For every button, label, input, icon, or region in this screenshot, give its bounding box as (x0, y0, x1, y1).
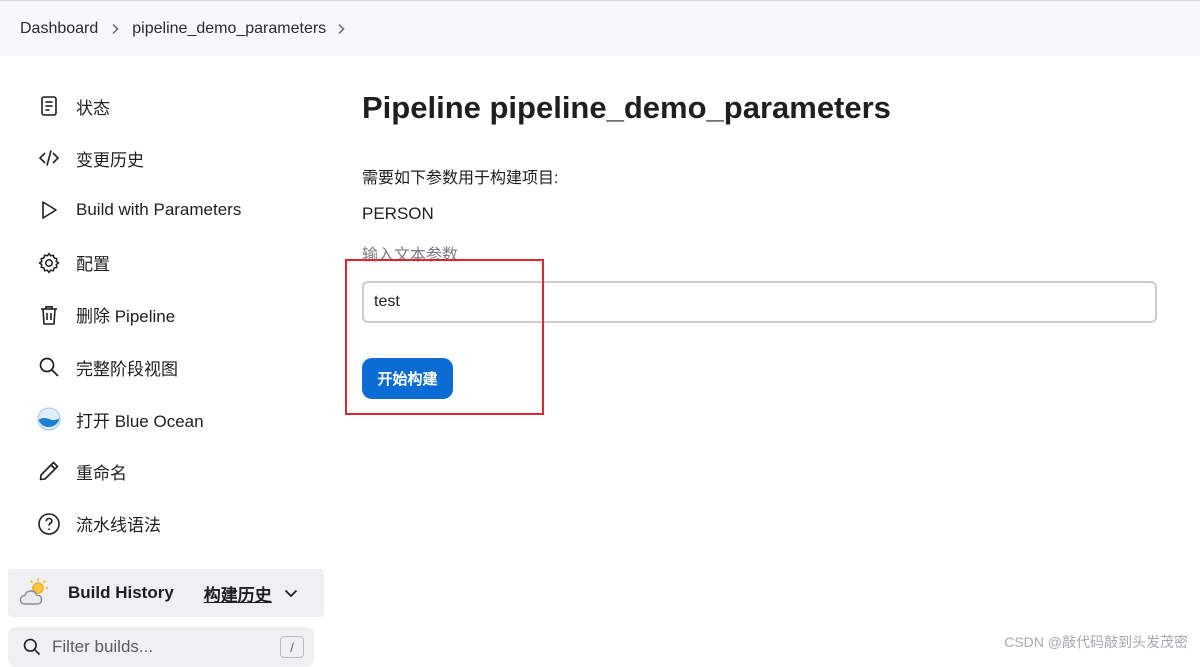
main-content: Pipeline pipeline_demo_parameters 需要如下参数… (362, 56, 1162, 658)
sidebar-item-label: 配置 (76, 250, 110, 275)
play-icon (36, 197, 62, 223)
chevron-down-icon[interactable] (282, 584, 300, 602)
sidebar-item-label: 状态 (76, 94, 110, 119)
breadcrumb-dashboard[interactable]: Dashboard (20, 20, 98, 38)
sidebar-item-pipeline-syntax[interactable]: 流水线语法 (0, 498, 330, 550)
breadcrumb: Dashboard pipeline_demo_parameters (0, 0, 1200, 56)
page-title: Pipeline pipeline_demo_parameters (362, 90, 891, 126)
keyboard-shortcut-badge: / (280, 636, 304, 658)
sidebar-item-rename[interactable]: 重命名 (0, 445, 330, 497)
gear-icon (36, 250, 62, 276)
sidebar-item-label: 完整阶段视图 (76, 355, 178, 380)
document-icon (36, 93, 62, 119)
trash-icon (36, 302, 62, 328)
parameters-description: 需要如下参数用于构建项目: (362, 164, 558, 188)
watermark: CSDN @敲代码敲到头发茂密 (1004, 632, 1188, 652)
parameter-name: PERSON (362, 204, 434, 224)
sidebar-task-list: 状态 变更历史 Build with Parameters (0, 80, 330, 550)
weather-cloud-sun-icon (18, 576, 52, 610)
build-history-link[interactable]: 构建历史 (204, 581, 272, 606)
search-icon (22, 637, 42, 657)
filter-builds-box: / (8, 627, 314, 667)
start-build-button[interactable]: 开始构建 (362, 358, 453, 399)
sidebar-item-status[interactable]: 状态 (0, 80, 330, 132)
sidebar-item-label: 重命名 (76, 459, 127, 484)
sidebar-item-changes[interactable]: 变更历史 (0, 132, 330, 184)
sidebar-item-build-with-parameters[interactable]: Build with Parameters (0, 184, 330, 236)
sidebar-item-label: 流水线语法 (76, 511, 161, 536)
build-history-header: Build History 构建历史 (8, 569, 324, 617)
sidebar-item-delete-pipeline[interactable]: 删除 Pipeline (0, 289, 330, 341)
help-icon (36, 511, 62, 537)
search-icon (36, 354, 62, 380)
sidebar: 状态 变更历史 Build with Parameters (0, 56, 330, 658)
person-parameter-input[interactable] (362, 281, 1157, 323)
sidebar-item-full-stage-view[interactable]: 完整阶段视图 (0, 341, 330, 393)
sidebar-item-label: 变更历史 (76, 146, 144, 171)
chevron-right-icon (98, 19, 132, 39)
sidebar-item-label: Build with Parameters (76, 200, 241, 220)
sidebar-item-configure[interactable]: 配置 (0, 237, 330, 289)
blue-ocean-icon (36, 406, 62, 432)
build-history-title: Build History (68, 583, 174, 603)
breadcrumb-job[interactable]: pipeline_demo_parameters (132, 20, 326, 38)
sidebar-item-label: 删除 Pipeline (76, 302, 175, 327)
parameter-description: 输入文本参数 (362, 241, 458, 265)
sidebar-item-blue-ocean[interactable]: 打开 Blue Ocean (0, 393, 330, 445)
sidebar-item-label: 打开 Blue Ocean (76, 407, 204, 432)
chevron-right-icon[interactable] (326, 19, 356, 39)
code-icon (36, 145, 62, 171)
filter-builds-input[interactable] (52, 637, 262, 657)
pencil-icon (36, 458, 62, 484)
